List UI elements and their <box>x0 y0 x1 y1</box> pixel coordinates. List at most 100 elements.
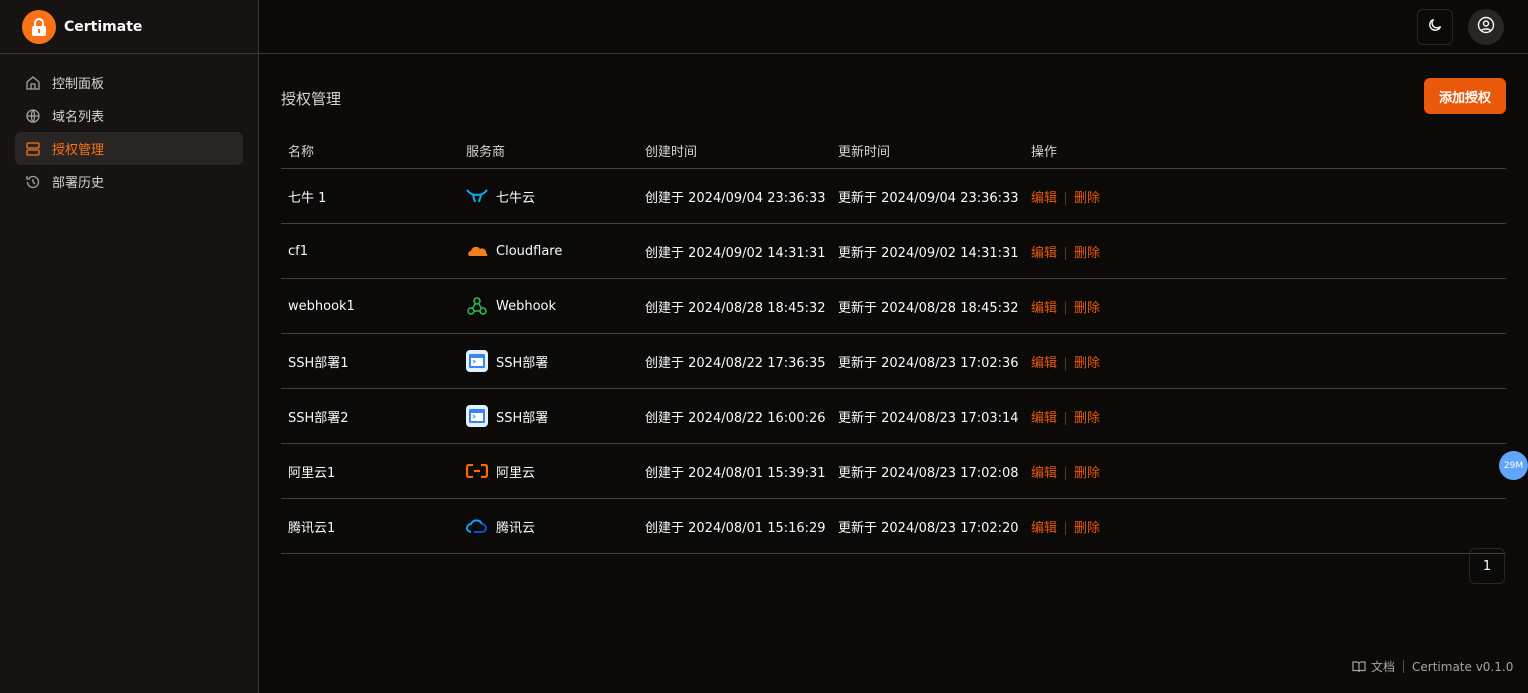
docs-link[interactable]: 文档 <box>1352 658 1395 675</box>
provider-cell: Cloudflare <box>459 223 638 279</box>
provider-name: Cloudflare <box>496 243 563 259</box>
created-time: 创建于 2024/08/01 15:16:29 <box>638 498 831 554</box>
divider <box>1065 411 1067 425</box>
edit-link[interactable]: 编辑 <box>1031 521 1057 536</box>
provider-cell: Webhook <box>459 278 638 334</box>
main-content: 授权管理 添加授权 名称 服务商 创建时间 更新时间 操作 七牛 1 七牛云 创… <box>259 55 1528 693</box>
access-table: 名称 服务商 创建时间 更新时间 操作 七牛 1 七牛云 创建于 2024/09… <box>281 133 1506 554</box>
column-header-name: 名称 <box>281 133 459 169</box>
table-row: SSH部署1 SSH部署 创建于 2024/08/22 17:36:35 更新于… <box>281 333 1506 389</box>
divider <box>1065 356 1067 370</box>
ssh-icon <box>466 405 488 427</box>
pagination-page-button[interactable]: 1 <box>1469 548 1505 584</box>
column-header-actions: 操作 <box>1024 133 1506 169</box>
column-header-created: 创建时间 <box>638 133 831 169</box>
docs-label: 文档 <box>1371 660 1396 674</box>
edit-link[interactable]: 编辑 <box>1031 466 1057 481</box>
webhook-icon <box>466 295 488 317</box>
updated-time: 更新于 2024/08/28 18:45:32 <box>831 278 1024 334</box>
delete-link[interactable]: 删除 <box>1074 521 1100 536</box>
table-header-row: 名称 服务商 创建时间 更新时间 操作 <box>281 133 1506 169</box>
table-row: 七牛 1 七牛云 创建于 2024/09/04 23:36:33 更新于 202… <box>281 168 1506 224</box>
updated-time: 更新于 2024/08/23 17:03:14 <box>831 388 1024 444</box>
delete-link[interactable]: 删除 <box>1074 301 1100 316</box>
actions-cell: 编辑 删除 <box>1024 388 1506 444</box>
provider-cell: 腾讯云 <box>459 498 638 554</box>
provider-name: 七牛云 <box>496 190 536 206</box>
qiniu-icon <box>466 185 488 207</box>
created-time: 创建于 2024/08/22 17:36:35 <box>638 333 831 389</box>
sidebar-item-label: 部署历史 <box>52 176 105 191</box>
sidebar-item-label: 域名列表 <box>52 110 105 125</box>
updated-time: 更新于 2024/09/02 14:31:31 <box>831 223 1024 279</box>
edit-link[interactable]: 编辑 <box>1031 246 1057 261</box>
sidebar-item-history[interactable]: 部署历史 <box>15 165 243 198</box>
edit-link[interactable]: 编辑 <box>1031 356 1057 371</box>
moon-icon <box>1427 17 1443 37</box>
access-name: webhook1 <box>281 278 459 334</box>
created-time: 创建于 2024/09/04 23:36:33 <box>638 168 831 224</box>
tencent-cloud-icon <box>466 515 488 537</box>
home-icon <box>25 75 41 91</box>
edit-link[interactable]: 编辑 <box>1031 301 1057 316</box>
sidebar-item-access[interactable]: 授权管理 <box>15 132 243 165</box>
sidebar-nav: 控制面板 域名列表 授权管理 部署历史 <box>0 54 258 210</box>
created-time: 创建于 2024/09/02 14:31:31 <box>638 223 831 279</box>
provider-name: SSH部署 <box>496 355 549 371</box>
actions-cell: 编辑 删除 <box>1024 168 1506 224</box>
delete-link[interactable]: 删除 <box>1074 246 1100 261</box>
delete-link[interactable]: 删除 <box>1074 466 1100 481</box>
updated-time: 更新于 2024/09/04 23:36:33 <box>831 168 1024 224</box>
floating-memory-badge[interactable]: 29M <box>1499 451 1528 480</box>
ssh-icon <box>466 350 488 372</box>
lock-icon <box>22 9 56 44</box>
divider <box>1403 660 1405 673</box>
add-access-button[interactable]: 添加授权 <box>1424 78 1506 114</box>
table-row: 腾讯云1 腾讯云 创建于 2024/08/01 15:16:29 更新于 202… <box>281 498 1506 554</box>
access-name: 腾讯云1 <box>281 498 459 554</box>
edit-link[interactable]: 编辑 <box>1031 191 1057 206</box>
table-row: SSH部署2 SSH部署 创建于 2024/08/22 16:00:26 更新于… <box>281 388 1506 444</box>
actions-cell: 编辑 删除 <box>1024 223 1506 279</box>
delete-link[interactable]: 删除 <box>1074 356 1100 371</box>
access-name: 七牛 1 <box>281 168 459 224</box>
sidebar-item-domains[interactable]: 域名列表 <box>15 99 243 132</box>
divider <box>1065 246 1067 260</box>
globe-icon <box>25 108 41 124</box>
table-row: cf1 Cloudflare 创建于 2024/09/02 14:31:31 更… <box>281 223 1506 279</box>
delete-link[interactable]: 删除 <box>1074 191 1100 206</box>
divider <box>1065 191 1067 205</box>
aliyun-icon <box>466 460 488 482</box>
divider <box>1065 521 1067 535</box>
column-header-provider: 服务商 <box>459 133 638 169</box>
user-menu-button[interactable] <box>1468 9 1504 45</box>
table-row: 阿里云1 阿里云 创建于 2024/08/01 15:39:31 更新于 202… <box>281 443 1506 499</box>
table-row: webhook1 Webhook 创建于 2024/08/28 18:45:32… <box>281 278 1506 334</box>
actions-cell: 编辑 删除 <box>1024 443 1506 499</box>
sidebar: Certimate 控制面板 域名列表 授权管理 部署历史 <box>0 0 259 693</box>
version-label[interactable]: Certimate v0.1.0 <box>1412 660 1513 674</box>
created-time: 创建于 2024/08/22 16:00:26 <box>638 388 831 444</box>
provider-cell: 七牛云 <box>459 168 638 224</box>
provider-name: Webhook <box>496 298 557 314</box>
provider-cell: SSH部署 <box>459 388 638 444</box>
delete-link[interactable]: 删除 <box>1074 411 1100 426</box>
footer: 文档 Certimate v0.1.0 <box>1352 658 1513 675</box>
provider-name: SSH部署 <box>496 410 549 426</box>
sidebar-item-dashboard[interactable]: 控制面板 <box>15 66 243 99</box>
created-time: 创建于 2024/08/28 18:45:32 <box>638 278 831 334</box>
access-name: cf1 <box>281 223 459 279</box>
sidebar-item-label: 控制面板 <box>52 77 105 92</box>
book-icon <box>1352 660 1366 674</box>
column-header-updated: 更新时间 <box>831 133 1024 169</box>
history-icon <box>25 174 41 190</box>
edit-link[interactable]: 编辑 <box>1031 411 1057 426</box>
provider-name: 腾讯云 <box>496 520 536 536</box>
actions-cell: 编辑 删除 <box>1024 333 1506 389</box>
divider <box>1065 301 1067 315</box>
access-name: SSH部署1 <box>281 333 459 389</box>
brand[interactable]: Certimate <box>0 0 258 54</box>
created-time: 创建于 2024/08/01 15:39:31 <box>638 443 831 499</box>
theme-toggle-button[interactable] <box>1417 9 1453 45</box>
top-bar <box>259 0 1528 54</box>
